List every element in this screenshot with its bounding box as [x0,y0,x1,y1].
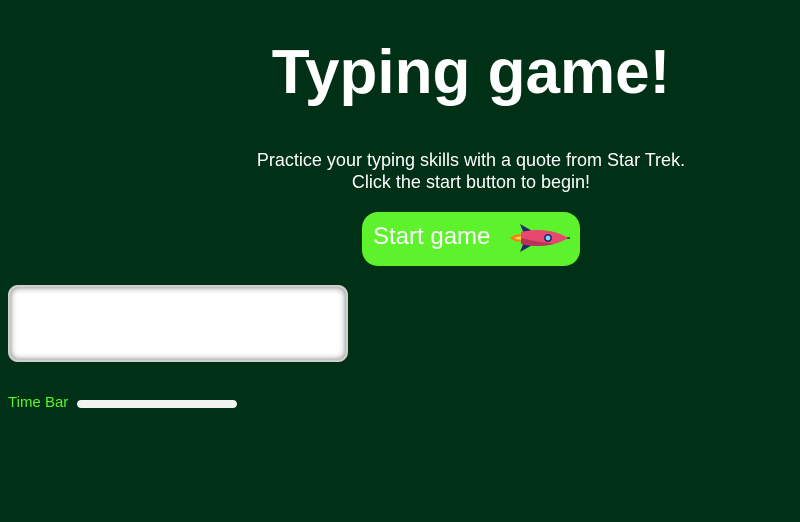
start-game-label: Start game [373,223,491,250]
time-bar-fill [77,400,237,408]
time-bar [77,400,237,408]
typing-input[interactable] [8,285,348,362]
instructions-line-2: Click the start button to begin! [351,172,591,192]
time-bar-label: Time Bar [8,394,69,411]
page-title: Typing game! [271,38,671,107]
instructions: Practice your typing skills with a quote… [211,149,731,193]
rocket-icon [510,224,570,252]
instructions-line-1: Practice your typing skills with a quote… [256,150,686,170]
